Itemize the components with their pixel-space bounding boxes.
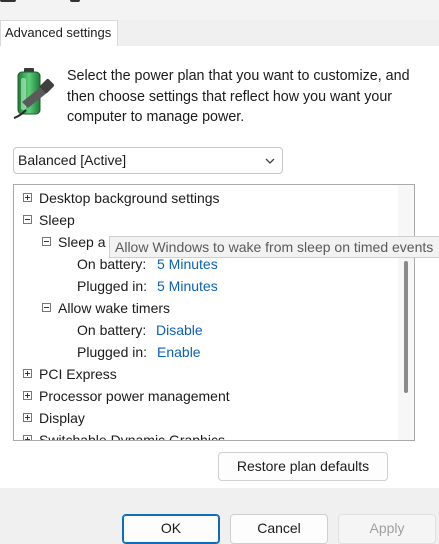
cancel-button[interactable]: Cancel xyxy=(230,514,328,544)
tree-item-label: Sleep xyxy=(39,212,75,228)
tree-item-label: Switchable Dynamic Graphics xyxy=(39,432,225,441)
settings-tree[interactable]: Desktop background settings Sleep Sleep … xyxy=(13,184,415,441)
setting-value-link[interactable]: 5 Minutes xyxy=(157,275,218,297)
tab-advanced-settings[interactable]: Advanced settings xyxy=(0,20,118,46)
tree-item-label: Plugged in: xyxy=(77,344,148,360)
tab-strip: Advanced settings xyxy=(0,20,439,47)
intro-text: Select the power plan that you want to c… xyxy=(67,68,410,125)
plus-box-icon[interactable] xyxy=(23,435,32,440)
tree-item-label: Sleep a xyxy=(58,234,106,250)
ok-button[interactable]: OK xyxy=(122,514,220,544)
tree-item-label: On battery: xyxy=(77,322,147,338)
battery-plug-icon xyxy=(13,68,54,119)
title-text-fragment xyxy=(70,0,80,2)
setting-value-link[interactable]: Disable xyxy=(156,319,203,341)
tree-scrollbar[interactable] xyxy=(398,185,414,440)
tree-item-label: Plugged in: xyxy=(77,278,148,294)
power-plan-select[interactable]: Balanced [Active] xyxy=(13,147,283,174)
title-bar xyxy=(0,0,439,20)
tree-item-label: PCI Express xyxy=(39,366,117,382)
tree-item-label: Display xyxy=(39,410,85,426)
power-plan-select-value: Balanced [Active] xyxy=(18,152,127,168)
apply-button[interactable]: Apply xyxy=(338,514,436,544)
tooltip: Allow Windows to wake from sleep on time… xyxy=(109,236,439,258)
chevron-down-icon xyxy=(265,158,275,164)
tree-item-label: Desktop background settings xyxy=(39,190,220,206)
app-icon-fragment xyxy=(0,0,16,2)
minus-box-icon[interactable] xyxy=(23,215,32,224)
setting-value-link[interactable]: Enable xyxy=(157,341,201,363)
plus-box-icon[interactable] xyxy=(23,369,32,378)
plus-box-icon[interactable] xyxy=(23,413,32,422)
plus-box-icon[interactable] xyxy=(23,193,32,202)
plus-box-icon[interactable] xyxy=(23,391,32,400)
minus-box-icon[interactable] xyxy=(42,237,51,246)
minus-box-icon[interactable] xyxy=(42,303,51,312)
restore-plan-defaults-button[interactable]: Restore plan defaults xyxy=(218,452,388,481)
scrollbar-thumb[interactable] xyxy=(404,261,408,393)
tree-item-label: Allow wake timers xyxy=(58,300,171,316)
tree-item-label: Processor power management xyxy=(39,388,230,404)
